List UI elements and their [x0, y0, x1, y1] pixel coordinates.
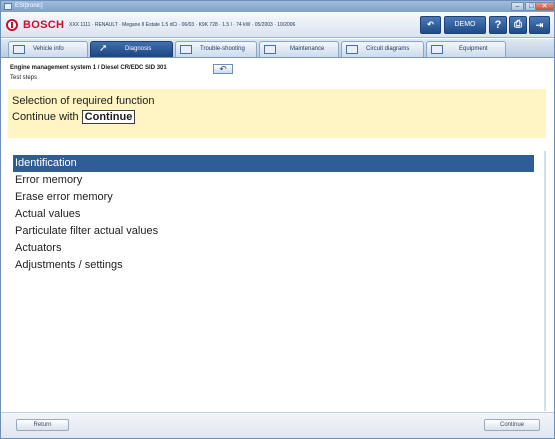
document-icon: [13, 45, 25, 54]
tab-circuit-diagrams[interactable]: Circuit diagrams: [341, 41, 424, 57]
list-item-error-memory[interactable]: Error memory: [13, 172, 534, 189]
help-button[interactable]: ?: [489, 16, 507, 34]
instruction-panel: Selection of required function Continue …: [8, 89, 546, 138]
return-button[interactable]: Return: [16, 419, 69, 431]
print-button[interactable]: ⎙: [509, 16, 527, 34]
tab-label: Circuit diagrams: [366, 46, 410, 52]
main-tabs: Vehicle info ➚ Diagnosis Trouble-shootin…: [1, 39, 554, 58]
tab-trouble-shooting[interactable]: Trouble-shooting: [175, 41, 257, 57]
tab-diagnosis[interactable]: ➚ Diagnosis: [90, 41, 173, 57]
breadcrumb-back-icon[interactable]: ↶: [213, 64, 233, 74]
app-header: BOSCH XXX 1111 · RENAULT · Megane II Est…: [1, 12, 554, 38]
book-icon: [431, 45, 443, 54]
close-window-button[interactable]: ✕: [535, 2, 554, 11]
app-window: ESI[tronic] – □ ✕ BOSCH XXX 1111 · RENAU…: [0, 0, 555, 439]
breadcrumb-step: Test steps: [10, 75, 38, 81]
app-title: ESI[tronic]: [15, 3, 43, 9]
inline-continue-button[interactable]: Continue: [81, 110, 136, 124]
back-button[interactable]: ↶: [420, 16, 441, 34]
tab-label: Diagnosis: [125, 46, 152, 52]
breadcrumb: Engine management system 1 / Diesel CR/E…: [1, 58, 554, 86]
breadcrumb-system: Engine management system 1 / Diesel CR/E…: [10, 65, 167, 71]
wrench-icon: [264, 45, 276, 54]
list-item-actual-values[interactable]: Actual values: [13, 206, 534, 223]
circuit-icon: [346, 45, 358, 54]
title-bar: ESI[tronic] – □ ✕: [1, 1, 554, 12]
list-item-actuators[interactable]: Actuators: [13, 240, 534, 257]
tab-label: Vehicle info: [33, 46, 64, 52]
car-icon: [180, 45, 192, 54]
tab-maintenance[interactable]: Maintenance: [259, 41, 339, 57]
probe-icon: ➚: [99, 43, 108, 54]
function-list: Identification Error memory Erase error …: [8, 151, 546, 411]
app-icon: [4, 3, 12, 10]
list-item-particulate-filter[interactable]: Particulate filter actual values: [13, 223, 534, 240]
tab-label: Maintenance: [290, 46, 325, 52]
list-item-adjustments[interactable]: Adjustments / settings: [13, 257, 534, 274]
minimize-button[interactable]: –: [511, 2, 524, 11]
tab-vehicle-info[interactable]: Vehicle info: [8, 41, 88, 57]
vehicle-info: XXX 1111 · RENAULT · Megane II Estate 1.…: [69, 22, 296, 28]
instruction-continue-line: Continue with Continue: [12, 110, 136, 124]
demo-button[interactable]: DEMO: [444, 16, 486, 34]
list-item-identification[interactable]: Identification: [13, 155, 534, 172]
tab-label: Equipment: [459, 46, 488, 52]
tab-equipment[interactable]: Equipment: [426, 41, 506, 57]
bosch-logo-icon: [6, 19, 18, 31]
continue-prefix: Continue with: [12, 111, 79, 123]
tab-label: Trouble-shooting: [200, 46, 245, 52]
instruction-title: Selection of required function: [12, 95, 155, 107]
list-item-erase-error-memory[interactable]: Erase error memory: [13, 189, 534, 206]
bosch-logo-text: BOSCH: [23, 19, 65, 31]
continue-button[interactable]: Continue: [484, 419, 540, 431]
exit-button[interactable]: ⇥: [529, 16, 550, 34]
footer-bar: Return Continue: [1, 412, 554, 438]
